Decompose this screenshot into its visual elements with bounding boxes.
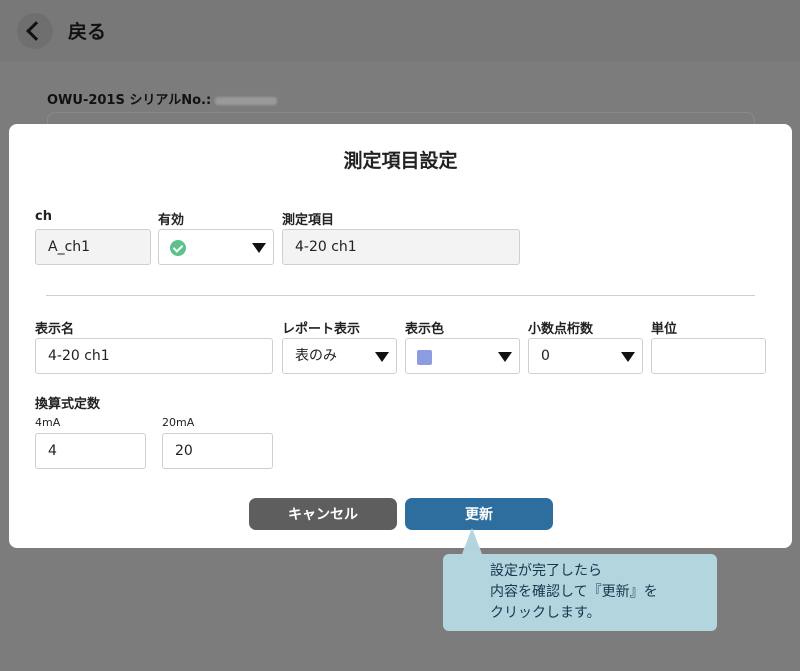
app-header: [0, 0, 800, 62]
enabled-select[interactable]: [158, 229, 274, 265]
section-divider: [46, 295, 755, 296]
display-name-input[interactable]: 4-20 ch1: [35, 338, 273, 374]
display-name-label: 表示名: [35, 322, 75, 337]
measure-item-field: 4-20 ch1: [282, 229, 520, 265]
report-display-value: 表のみ: [295, 348, 337, 364]
measure-item-label: 測定項目: [282, 213, 335, 228]
update-button[interactable]: 更新: [405, 498, 553, 530]
display-color-label: 表示色: [405, 322, 445, 337]
device-serial-text: OWU-201S シリアルNo.:: [47, 93, 212, 108]
dialog-title: 測定項目設定: [343, 150, 458, 172]
serial-number-redacted: [215, 96, 278, 105]
4ma-label: 4mA: [35, 416, 61, 429]
instruction-callout: 設定が完了したら 内容を確認して『更新』を クリックします。: [443, 554, 717, 631]
check-circle-icon: [170, 240, 186, 256]
caret-down-icon: [621, 352, 635, 362]
decimal-places-select[interactable]: 0: [528, 338, 643, 374]
report-display-label: レポート表示: [282, 322, 361, 337]
unit-input[interactable]: [651, 338, 766, 374]
back-label[interactable]: 戻る: [68, 17, 106, 44]
enabled-label: 有効: [158, 213, 185, 228]
decimal-places-value: 0: [541, 348, 550, 364]
callout-line: クリックします。: [490, 605, 601, 621]
decimal-places-label: 小数点桁数: [528, 322, 594, 337]
device-serial-label: OWU-201S シリアルNo.:: [47, 89, 278, 108]
20ma-label: 20mA: [162, 416, 195, 429]
callout-line: 内容を確認して『更新』を: [490, 584, 658, 600]
report-display-select[interactable]: 表のみ: [282, 338, 397, 374]
display-color-select[interactable]: [405, 338, 520, 374]
callout-pointer: [462, 528, 482, 554]
caret-down-icon: [252, 243, 266, 253]
callout-line: 設定が完了したら: [490, 563, 602, 579]
ch-field: A_ch1: [35, 229, 151, 265]
cancel-button[interactable]: キャンセル: [249, 498, 397, 530]
color-swatch: [417, 350, 432, 365]
caret-down-icon: [375, 352, 389, 362]
20ma-input[interactable]: 20: [162, 433, 273, 469]
4ma-input[interactable]: 4: [35, 433, 146, 469]
ch-label: ch: [35, 209, 52, 224]
caret-down-icon: [498, 352, 512, 362]
unit-label: 単位: [651, 322, 678, 337]
measurement-settings-dialog: 測定項目設定 ch A_ch1 有効 測定項目 4-20 ch1 表示名 4-2…: [9, 124, 792, 548]
conversion-label: 換算式定数: [35, 397, 101, 412]
